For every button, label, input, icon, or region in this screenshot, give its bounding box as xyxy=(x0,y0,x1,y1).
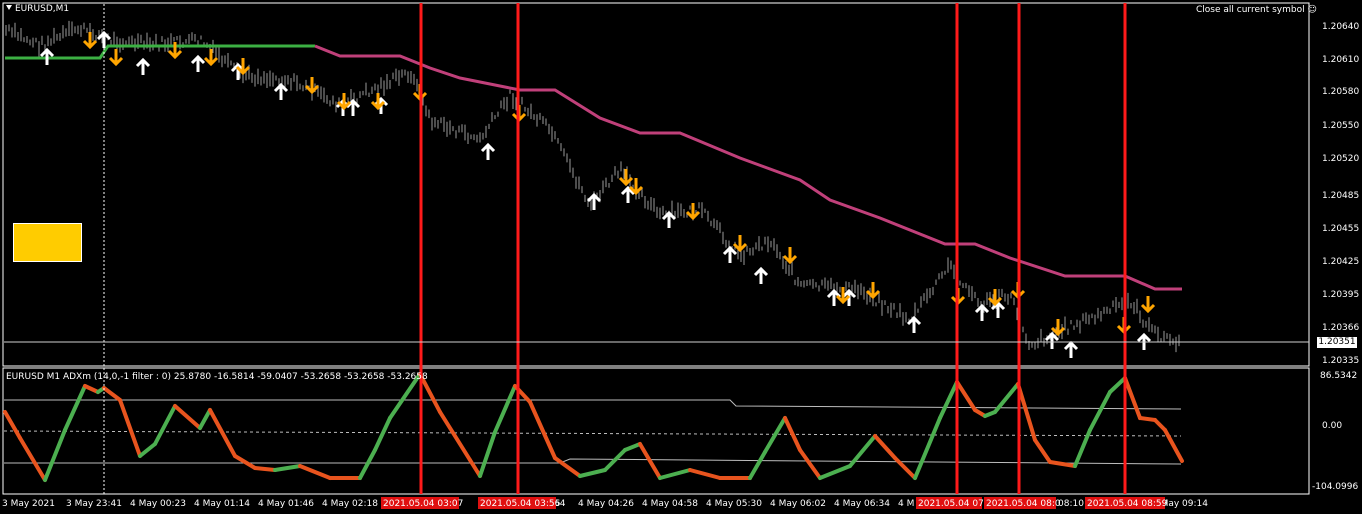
marker-box[interactable] xyxy=(13,223,82,262)
time-label: 4 May 02:18 xyxy=(322,499,378,509)
price-level: 1.20366 xyxy=(1322,323,1359,333)
time-tag: 2021.05.04 08:59 xyxy=(1087,499,1168,509)
indicator-level-zero: 0.00 xyxy=(1322,421,1342,431)
time-label: 4 May 04:26 xyxy=(578,499,634,509)
time-label: 4 May 04:58 xyxy=(642,499,698,509)
smile-icon: ☺ xyxy=(1307,5,1317,15)
time-label: 08:10 xyxy=(1058,499,1084,509)
close-all-label: Close all current symbol xyxy=(1196,5,1305,15)
price-level: 1.20335 xyxy=(1322,356,1359,366)
close-all-button[interactable]: Close all current symbol ☺ xyxy=(1196,5,1317,15)
current-price-tag: 1.20351 xyxy=(1317,337,1357,348)
indicator-level-top: 86.5342 xyxy=(1320,371,1357,381)
indicator-title: EURUSD M1 ADXm (14,0,-1 filter : 0) 25.8… xyxy=(6,372,428,382)
time-label: 4 May 06:02 xyxy=(770,499,826,509)
price-level: 1.20610 xyxy=(1322,55,1359,65)
time-label: 3 May 2021 xyxy=(2,499,55,509)
time-tag: 2021.05.04 03:07 xyxy=(383,499,463,509)
indicator-segment xyxy=(1138,416,1157,422)
time-label: 4 May 05:30 xyxy=(706,499,762,509)
price-level: 1.20455 xyxy=(1322,224,1359,234)
time-label: 4 May 06:34 xyxy=(834,499,890,509)
price-level: 1.20485 xyxy=(1322,191,1359,201)
time-label: 4 M xyxy=(898,499,914,509)
trading-chart[interactable]: 1.20640 1.20610 1.20580 1.20550 1.20520 … xyxy=(0,0,1362,514)
time-tag: 2021.05.04 08:0 xyxy=(986,499,1061,509)
price-level: 1.20425 xyxy=(1322,257,1359,267)
time-label: 4 May 01:14 xyxy=(194,499,250,509)
dropdown-triangle-icon xyxy=(6,5,12,10)
indicator-segment xyxy=(253,466,277,472)
price-level: 1.20580 xyxy=(1322,87,1359,97)
time-label: 3 May 23:41 xyxy=(66,499,122,509)
time-label: 4 May 01:46 xyxy=(258,499,314,509)
symbol-title[interactable]: EURUSD,M1 xyxy=(6,4,69,14)
time-label: 4 May 00:23 xyxy=(130,499,186,509)
indicator-level-bottom: -104.0996 xyxy=(1312,482,1358,492)
symbol-title-text: EURUSD,M1 xyxy=(15,4,70,14)
time-tag: 2021.05.04 07: xyxy=(918,499,987,509)
time-tag: 2021.05.04 03:56 xyxy=(480,499,561,509)
price-level: 1.20520 xyxy=(1322,154,1359,164)
price-level: 1.20395 xyxy=(1322,290,1359,300)
price-level: 1.20550 xyxy=(1322,121,1359,131)
price-level: 1.20640 xyxy=(1322,22,1359,32)
